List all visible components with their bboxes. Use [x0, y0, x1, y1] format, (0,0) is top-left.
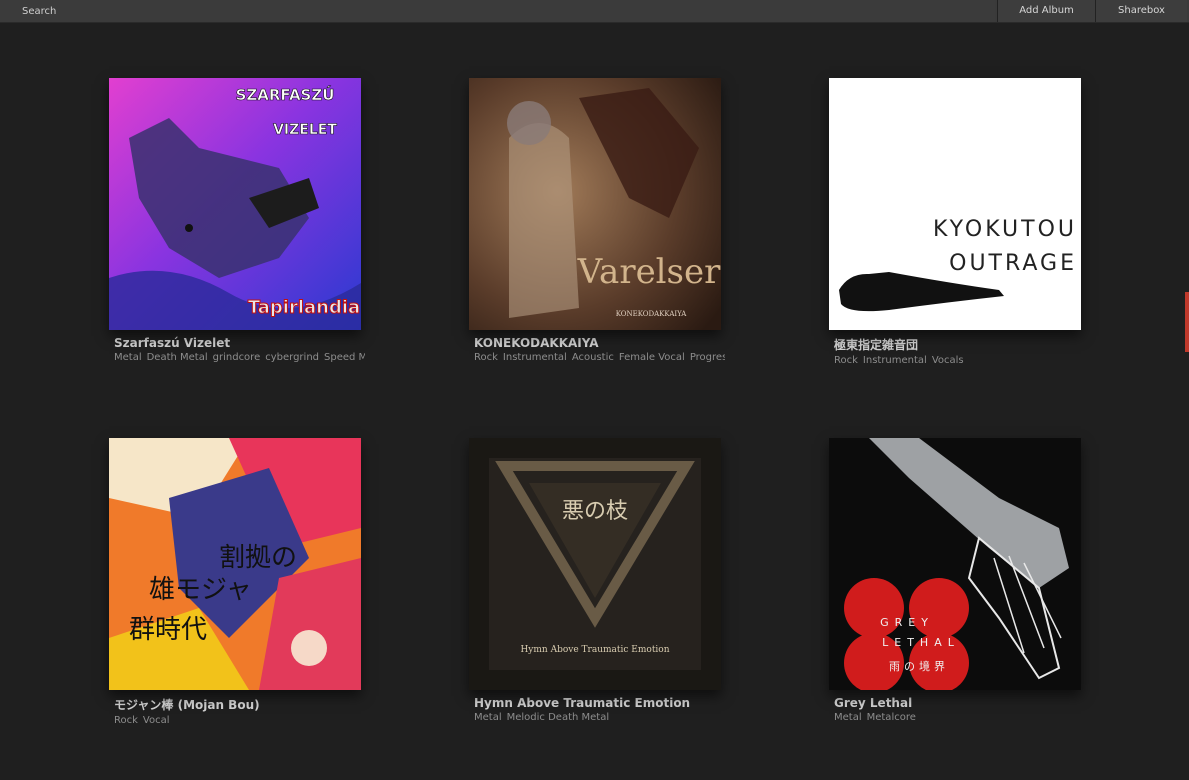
- cover-text: LETHAL: [882, 636, 960, 649]
- album-tags: Rock Instrumental Acoustic Female Vocal Prog…: [474, 352, 725, 363]
- add-album-button[interactable]: Add Album: [997, 0, 1095, 22]
- tag[interactable]: Rock: [474, 352, 498, 363]
- tag[interactable]: Rock: [834, 355, 858, 366]
- tag[interactable]: Female Vocal: [619, 352, 685, 363]
- tag[interactable]: Melodic Death Metal: [507, 712, 610, 723]
- cover-text: Hymn Above Traumatic Emotion: [520, 645, 669, 655]
- cover-text: GREY: [880, 616, 934, 629]
- album-cover[interactable]: KYOKUTOU OUTRAGE: [829, 78, 1081, 330]
- album-card[interactable]: 割拠の 雄モジャ 群時代 モジャン棒 (Mojan Bou) Rock Vocal: [109, 438, 369, 726]
- album-card[interactable]: 悪の枝 Hymn Above Traumatic Emotion Hymn Ab…: [469, 438, 729, 723]
- album-card[interactable]: Varelser KONEKODAKKAIYA KONEKODAKKAIYA R…: [469, 78, 729, 363]
- album-cover[interactable]: 割拠の 雄モジャ 群時代: [109, 438, 361, 690]
- cover-text: Tapirlandia: [248, 297, 360, 318]
- album-card[interactable]: SZARFASZÚ VIZELET Tapirlandia Szarfaszú …: [109, 78, 369, 363]
- tag[interactable]: Death Metal: [147, 352, 208, 363]
- album-title[interactable]: Hymn Above Traumatic Emotion: [474, 696, 724, 710]
- album-cover[interactable]: 悪の枝 Hymn Above Traumatic Emotion: [469, 438, 721, 690]
- cover-text: 割拠の: [219, 543, 297, 573]
- tag[interactable]: grindcore: [213, 352, 261, 363]
- tag[interactable]: Speed Metal: [324, 352, 365, 363]
- album-title[interactable]: Szarfaszú Vizelet: [114, 336, 364, 350]
- album-title[interactable]: モジャン棒 (Mojan Bou): [114, 696, 364, 713]
- tag[interactable]: Vocal: [143, 715, 170, 726]
- cover-text: VIZELET: [273, 122, 337, 138]
- cover-text: Varelser: [577, 252, 721, 292]
- tag[interactable]: Vocals: [932, 355, 964, 366]
- tag[interactable]: Progressive: [690, 352, 725, 363]
- tag[interactable]: Instrumental: [503, 352, 567, 363]
- album-tags: Metal Death Metal grindcore cybergrind Speed…: [114, 352, 365, 363]
- cover-text: SZARFASZÚ: [236, 85, 335, 104]
- tag[interactable]: Acoustic: [572, 352, 614, 363]
- album-tags: Metal Melodic Death Metal: [474, 712, 725, 723]
- cover-text: 悪の枝: [562, 499, 628, 524]
- album-tags: Metal Metalcore: [834, 712, 1085, 723]
- album-title[interactable]: KONEKODAKKAIYA: [474, 336, 724, 350]
- tag[interactable]: Metalcore: [867, 712, 916, 723]
- tag[interactable]: cybergrind: [265, 352, 319, 363]
- album-tags: Rock Instrumental Vocals: [834, 355, 1085, 366]
- cover-text: OUTRAGE: [949, 251, 1077, 276]
- tag[interactable]: Instrumental: [863, 355, 927, 366]
- album-cover[interactable]: GREY LETHAL 雨の境界: [829, 438, 1081, 690]
- search-input[interactable]: [0, 0, 995, 22]
- tag[interactable]: Metal: [114, 352, 142, 363]
- cover-text: KYOKUTOU: [933, 217, 1077, 242]
- tag[interactable]: Rock: [114, 715, 138, 726]
- top-toolbar: Add Album Sharebox: [0, 0, 1189, 23]
- tag[interactable]: Metal: [834, 712, 862, 723]
- cover-text: 雨の境界: [889, 659, 949, 673]
- album-tags: Rock Vocal: [114, 715, 365, 726]
- tag[interactable]: Metal: [474, 712, 502, 723]
- cover-text: 群時代: [129, 615, 207, 645]
- album-title[interactable]: 極東指定雑音団: [834, 336, 1084, 353]
- album-cover[interactable]: SZARFASZÚ VIZELET Tapirlandia: [109, 78, 361, 330]
- sharebox-button[interactable]: Sharebox: [1095, 0, 1187, 22]
- cover-text: 雄モジャ: [149, 575, 252, 605]
- scrollbar-thumb[interactable]: [1185, 292, 1189, 352]
- cover-text: KONEKODAKKAIYA: [616, 310, 688, 318]
- album-cover[interactable]: Varelser KONEKODAKKAIYA: [469, 78, 721, 330]
- album-card[interactable]: KYOKUTOU OUTRAGE 極東指定雑音団 Rock Instrumenta…: [829, 78, 1089, 366]
- album-card[interactable]: GREY LETHAL 雨の境界 Grey Lethal Metal Metalc…: [829, 438, 1089, 723]
- album-title[interactable]: Grey Lethal: [834, 696, 1084, 710]
